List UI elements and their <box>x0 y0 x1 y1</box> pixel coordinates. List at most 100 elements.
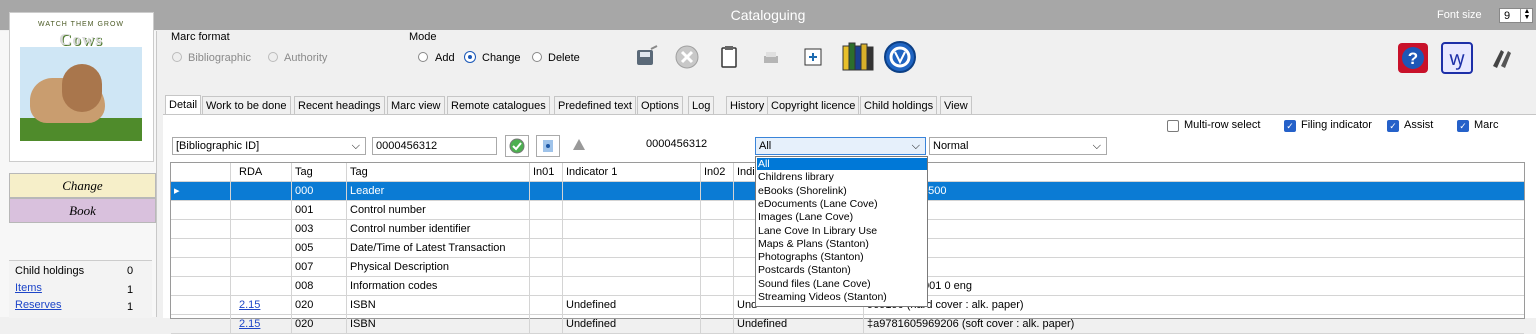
collection-dropdown-list[interactable]: All Childrens library eBooks (Shorelink) eD… <box>755 156 928 307</box>
cell-tag[interactable]: 020 <box>292 315 347 333</box>
dropdown-option[interactable]: Childrens library <box>757 171 927 183</box>
cell-name[interactable]: Control number <box>347 201 530 219</box>
cell-name[interactable]: Physical Description <box>347 258 530 276</box>
help-icon[interactable]: ? <box>1397 42 1429 74</box>
save-icon[interactable] <box>631 43 659 71</box>
cell-ind1[interactable] <box>563 258 701 276</box>
books-icon[interactable] <box>841 40 874 71</box>
dropdown-option[interactable]: eBooks (Shorelink) <box>757 185 927 197</box>
header-indicator-1[interactable]: Indicator 1 <box>563 163 701 181</box>
change-button[interactable]: Change <box>9 173 156 198</box>
book-button[interactable]: Book <box>9 198 156 223</box>
tab-history[interactable]: History <box>726 96 769 114</box>
cell-indicator-code[interactable] <box>701 315 734 333</box>
cell-indicator-code[interactable] <box>530 315 563 333</box>
tab-copyright-licence[interactable]: Copyright licence <box>767 96 860 114</box>
cell-ind1[interactable] <box>563 239 701 257</box>
cell-rda[interactable] <box>231 182 292 200</box>
header-tag-name[interactable]: Tag <box>347 163 530 181</box>
row-header[interactable] <box>171 315 231 333</box>
cell-rda[interactable] <box>231 201 292 219</box>
cell-tag[interactable]: 003 <box>292 220 347 238</box>
font-icon[interactable]: ꝡ <box>1441 42 1473 74</box>
cell-ind1[interactable] <box>563 277 701 295</box>
cell-rda[interactable] <box>231 258 292 276</box>
cell-indicator-code[interactable] <box>701 182 734 200</box>
tab-detail[interactable]: Detail <box>165 95 202 115</box>
cell-value[interactable]: 62147.0 <box>864 239 1524 257</box>
tab-child-holdings[interactable]: Child holdings <box>860 96 938 114</box>
items-link[interactable]: Items <box>15 282 42 294</box>
cell-tag[interactable]: 020 <box>292 296 347 314</box>
add-radio[interactable] <box>418 52 428 62</box>
cell-tag[interactable]: 000 <box>292 182 347 200</box>
row-header[interactable] <box>171 201 231 219</box>
dropdown-option[interactable]: Lane Cove In Library Use <box>757 225 927 237</box>
cell-ind1[interactable]: Undefined <box>563 315 701 333</box>
cell-ind1[interactable] <box>563 182 701 200</box>
cancel-icon[interactable] <box>673 43 701 71</box>
cell-indicator-code[interactable] <box>530 220 563 238</box>
dropdown-option[interactable]: Streaming Videos (Stanton) <box>757 291 927 303</box>
dropdown-option[interactable]: Postcards (Stanton) <box>757 264 927 276</box>
row-header[interactable]: ▸ <box>171 182 231 200</box>
web-icon[interactable] <box>883 40 917 74</box>
dropdown-option[interactable]: All <box>757 158 927 170</box>
cell-ind1[interactable] <box>563 220 701 238</box>
cell-rda[interactable] <box>231 239 292 257</box>
cell-tag[interactable]: 008 <box>292 277 347 295</box>
marc-checkbox[interactable]: ✓ <box>1457 120 1469 132</box>
id-value-input[interactable]: 0000456312 <box>372 137 497 155</box>
cell-name[interactable]: ISBN <box>347 296 530 314</box>
search-button[interactable] <box>536 135 560 157</box>
print-icon[interactable] <box>757 43 785 71</box>
clipboard-icon[interactable] <box>715 43 743 71</box>
cell-name[interactable]: Control number identifier <box>347 220 530 238</box>
cell-rda[interactable]: 2.15 <box>231 296 292 314</box>
collection-select[interactable]: All ⌵ <box>755 137 926 155</box>
cell-name[interactable]: Information codes <box>347 277 530 295</box>
reserves-link[interactable]: Reserves <box>15 299 61 311</box>
tab-remote-catalogues[interactable]: Remote catalogues <box>447 96 550 114</box>
cell-indicator-code[interactable] <box>530 296 563 314</box>
delete-radio[interactable] <box>532 52 542 62</box>
multi-row-select-checkbox[interactable] <box>1167 120 1179 132</box>
cell-indicator-code[interactable] <box>701 296 734 314</box>
refresh-icon[interactable] <box>568 135 590 155</box>
cell-name[interactable]: ISBN <box>347 315 530 333</box>
cell-name[interactable]: Leader <box>347 182 530 200</box>
tools-icon[interactable] <box>1485 42 1517 74</box>
header-in01[interactable]: In01 <box>530 163 563 181</box>
header-in02[interactable]: In02 <box>701 163 734 181</box>
id-type-select[interactable]: [Bibliographic ID] ⌵ <box>172 137 366 155</box>
cell-rda[interactable] <box>231 277 292 295</box>
tab-log[interactable]: Log <box>688 96 715 114</box>
change-radio[interactable] <box>465 52 475 62</box>
cell-tag[interactable]: 007 <box>292 258 347 276</box>
tab-recent-headings[interactable]: Recent headings <box>294 96 385 114</box>
row-header[interactable] <box>171 239 231 257</box>
dropdown-option[interactable]: Photographs (Stanton) <box>757 251 927 263</box>
dropdown-option[interactable]: eDocuments (Lane Cove) <box>757 198 927 210</box>
cell-value[interactable] <box>864 220 1524 238</box>
header-tag[interactable]: Tag <box>292 163 347 181</box>
dropdown-option[interactable]: Maps & Plans (Stanton) <box>757 238 927 250</box>
cell-value[interactable]: ‡a9781605969206 (soft cover : alk. paper… <box>864 315 1524 333</box>
cell-name[interactable]: Date/Time of Latest Transaction <box>347 239 530 257</box>
cell-indicator-code[interactable] <box>530 239 563 257</box>
cell-value[interactable]: 678 <box>864 201 1524 219</box>
cell-value[interactable] <box>864 258 1524 276</box>
cell-indicator-code[interactable] <box>530 258 563 276</box>
font-size-stepper[interactable]: 9 ▲ ▼ <box>1499 8 1533 23</box>
cell-ind2[interactable]: Undefined <box>734 315 864 333</box>
cell-indicator-code[interactable] <box>530 201 563 219</box>
cell-indicator-code[interactable] <box>530 277 563 295</box>
cell-indicator-code[interactable] <box>701 201 734 219</box>
cell-indicator-code[interactable] <box>701 258 734 276</box>
header-rda[interactable]: RDA <box>231 163 292 181</box>
confirm-button[interactable] <box>505 135 529 157</box>
dropdown-option[interactable]: Images (Lane Cove) <box>757 211 927 223</box>
spin-arrows-icon[interactable]: ▲ ▼ <box>1520 8 1533 22</box>
dropdown-option[interactable]: Sound files (Lane Cove) <box>757 278 927 290</box>
tab-marc-view[interactable]: Marc view <box>387 96 445 114</box>
